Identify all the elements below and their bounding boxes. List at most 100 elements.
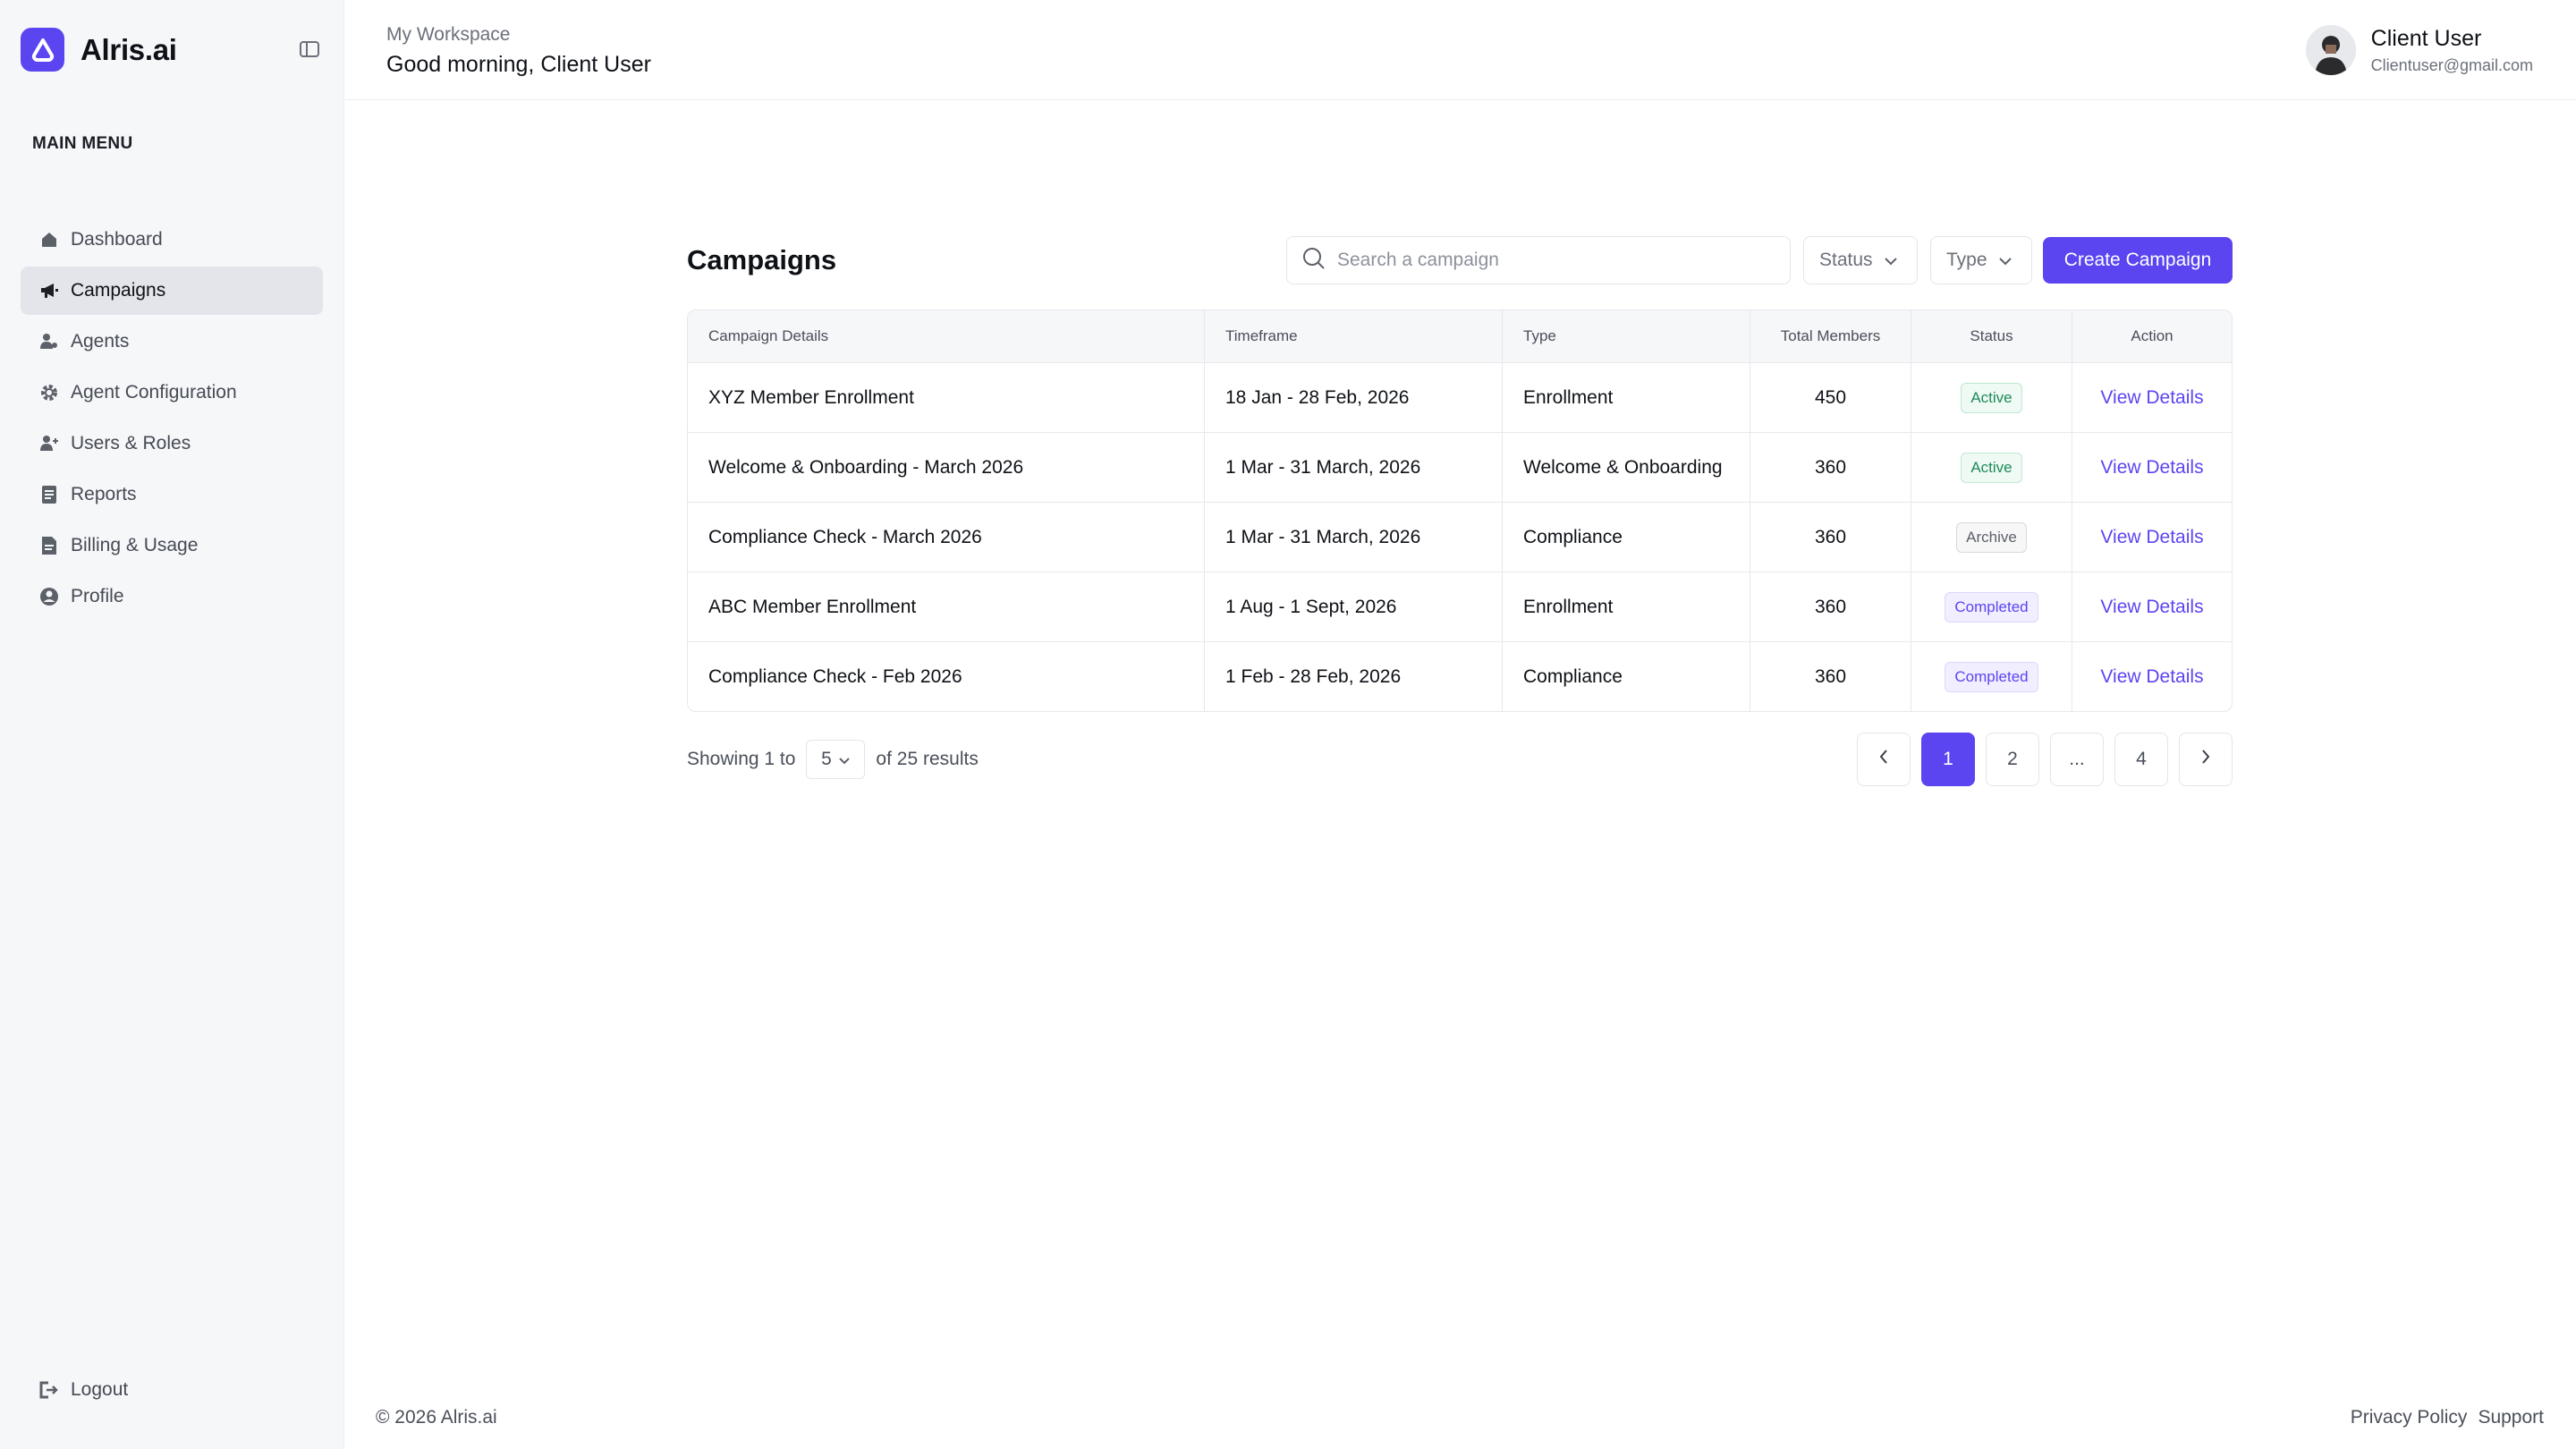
sidebar-item-agents[interactable]: Agents xyxy=(21,318,323,366)
view-details-link[interactable]: View Details xyxy=(2100,457,2203,479)
sidebar-toggle-icon[interactable] xyxy=(299,39,320,59)
campaign-type: Welcome & Onboarding xyxy=(1502,433,1750,502)
megaphone-icon xyxy=(39,281,59,301)
sidebar-item-billing-usage[interactable]: Billing & Usage xyxy=(21,521,323,570)
search-input[interactable] xyxy=(1337,250,1767,271)
sidebar-item-label: Users & Roles xyxy=(71,433,191,453)
per-page-value: 5 xyxy=(821,749,832,769)
sidebar-item-label: Profile xyxy=(71,586,124,606)
view-details-link[interactable]: View Details xyxy=(2100,387,2203,409)
showing-prefix: Showing 1 to xyxy=(687,749,796,769)
sidebar-item-label: Reports xyxy=(71,484,137,504)
campaign-timeframe: 1 Mar - 31 March, 2026 xyxy=(1204,433,1502,502)
view-details-link[interactable]: View Details xyxy=(2100,527,2203,548)
status-filter-dropdown[interactable]: Status xyxy=(1803,236,1918,284)
user-email: Clientuser@gmail.com xyxy=(2370,55,2533,74)
column-header: Action xyxy=(2072,310,2232,362)
next-page-button[interactable] xyxy=(2179,733,2233,786)
page-title: Campaigns xyxy=(687,244,837,275)
logout-icon xyxy=(39,1380,59,1400)
per-page-select[interactable]: 5 xyxy=(806,740,866,779)
support-link[interactable]: Support xyxy=(2478,1407,2544,1428)
results-summary: Showing 1 to 5 of 25 results xyxy=(687,733,979,786)
greeting: Good morning, Client User xyxy=(386,52,651,77)
brand-name: Alris.ai xyxy=(80,32,177,66)
gear-icon xyxy=(39,383,59,402)
create-campaign-button[interactable]: Create Campaign xyxy=(2043,237,2233,284)
sidebar-item-campaigns[interactable]: Campaigns xyxy=(21,267,323,315)
campaign-name: Welcome & Onboarding - March 2026 xyxy=(708,456,1024,478)
sidebar-item-label: Billing & Usage xyxy=(71,535,199,555)
sidebar-item-profile[interactable]: Profile xyxy=(21,572,323,621)
sidebar-item-label: Campaigns xyxy=(71,280,166,301)
page-ellipsis: ... xyxy=(2050,733,2104,786)
campaign-timeframe: 18 Jan - 28 Feb, 2026 xyxy=(1204,363,1502,432)
campaign-timeframe: 1 Aug - 1 Sept, 2026 xyxy=(1204,572,1502,641)
chevron-down-icon xyxy=(1884,250,1898,271)
showing-suffix: of 25 results xyxy=(876,749,979,769)
column-header[interactable]: Total Members xyxy=(1750,310,1911,362)
profile-icon xyxy=(39,587,59,606)
chevron-right-icon xyxy=(2200,749,2211,770)
campaign-members: 360 xyxy=(1750,642,1911,711)
user-name: Client User xyxy=(2370,25,2482,51)
table-row: Compliance Check - March 2026 1 Mar - 31… xyxy=(688,502,2232,572)
document-icon xyxy=(39,485,59,504)
campaign-name: XYZ Member Enrollment xyxy=(708,386,914,408)
prev-page-button[interactable] xyxy=(1857,733,1911,786)
campaign-name: Compliance Check - Feb 2026 xyxy=(708,665,962,687)
brand-logo-icon xyxy=(21,28,64,72)
campaign-name: ABC Member Enrollment xyxy=(708,596,917,617)
status-badge: Active xyxy=(1961,382,2022,413)
pagination: 1 2 ... 4 xyxy=(1857,733,2233,786)
status-filter-label: Status xyxy=(1819,250,1873,270)
campaign-members: 360 xyxy=(1750,503,1911,572)
user-menu[interactable]: Client User Clientuser@gmail.com xyxy=(2305,25,2533,75)
chevron-down-icon xyxy=(838,749,851,770)
table-row: XYZ Member Enrollment 18 Jan - 28 Feb, 2… xyxy=(688,362,2232,432)
campaign-members: 360 xyxy=(1750,433,1911,502)
status-badge: Active xyxy=(1961,452,2022,483)
campaign-type: Enrollment xyxy=(1502,572,1750,641)
top-header: My Workspace Good morning, Client User C… xyxy=(345,0,2576,100)
type-filter-dropdown[interactable]: Type xyxy=(1930,236,2032,284)
column-header[interactable]: Timeframe xyxy=(1204,310,1502,362)
logout-button[interactable]: Logout xyxy=(39,1379,128,1401)
page-button[interactable]: 4 xyxy=(2114,733,2168,786)
workspace-label: My Workspace xyxy=(386,24,511,45)
brand[interactable]: Alris.ai xyxy=(21,28,177,72)
privacy-policy-link[interactable]: Privacy Policy xyxy=(2351,1407,2468,1428)
sidebar-item-users-roles[interactable]: Users & Roles xyxy=(21,419,323,468)
sidebar-item-dashboard[interactable]: Dashboard xyxy=(21,216,323,264)
column-header[interactable]: Type xyxy=(1502,310,1750,362)
view-details-link[interactable]: View Details xyxy=(2100,597,2203,618)
search-box[interactable] xyxy=(1286,236,1791,284)
billing-icon xyxy=(39,536,59,555)
page-button[interactable]: 2 xyxy=(1986,733,2039,786)
agents-icon xyxy=(39,332,59,352)
campaign-members: 450 xyxy=(1750,363,1911,432)
column-header[interactable]: Campaign Details xyxy=(688,310,1204,362)
main-menu-heading: MAIN MENU xyxy=(32,134,133,153)
view-details-link[interactable]: View Details xyxy=(2100,666,2203,688)
home-icon xyxy=(39,230,59,250)
chevron-down-icon xyxy=(1998,250,2012,271)
column-header[interactable]: Status xyxy=(1911,310,2072,362)
main-menu: Dashboard Campaigns Agents Agent Configu… xyxy=(21,216,323,623)
sidebar-item-agent-configuration[interactable]: Agent Configuration xyxy=(21,369,323,417)
campaign-members: 360 xyxy=(1750,572,1911,641)
table-row: ABC Member Enrollment 1 Aug - 1 Sept, 20… xyxy=(688,572,2232,641)
campaign-name: Compliance Check - March 2026 xyxy=(708,526,982,547)
sidebar-item-label: Dashboard xyxy=(71,229,163,250)
page-button[interactable]: 1 xyxy=(1921,733,1975,786)
sidebar-item-label: Agent Configuration xyxy=(71,382,237,402)
status-badge: Completed xyxy=(1945,661,2038,692)
table-header-row: Campaign Details Timeframe Type Total Me… xyxy=(688,310,2232,362)
copyright: © 2026 Alris.ai xyxy=(376,1407,497,1428)
sidebar-item-reports[interactable]: Reports xyxy=(21,470,323,519)
chevron-left-icon xyxy=(1878,749,1889,770)
campaign-type: Compliance xyxy=(1502,642,1750,711)
logout-label: Logout xyxy=(71,1379,129,1400)
status-badge: Archive xyxy=(1956,521,2027,553)
type-filter-label: Type xyxy=(1946,250,1987,270)
